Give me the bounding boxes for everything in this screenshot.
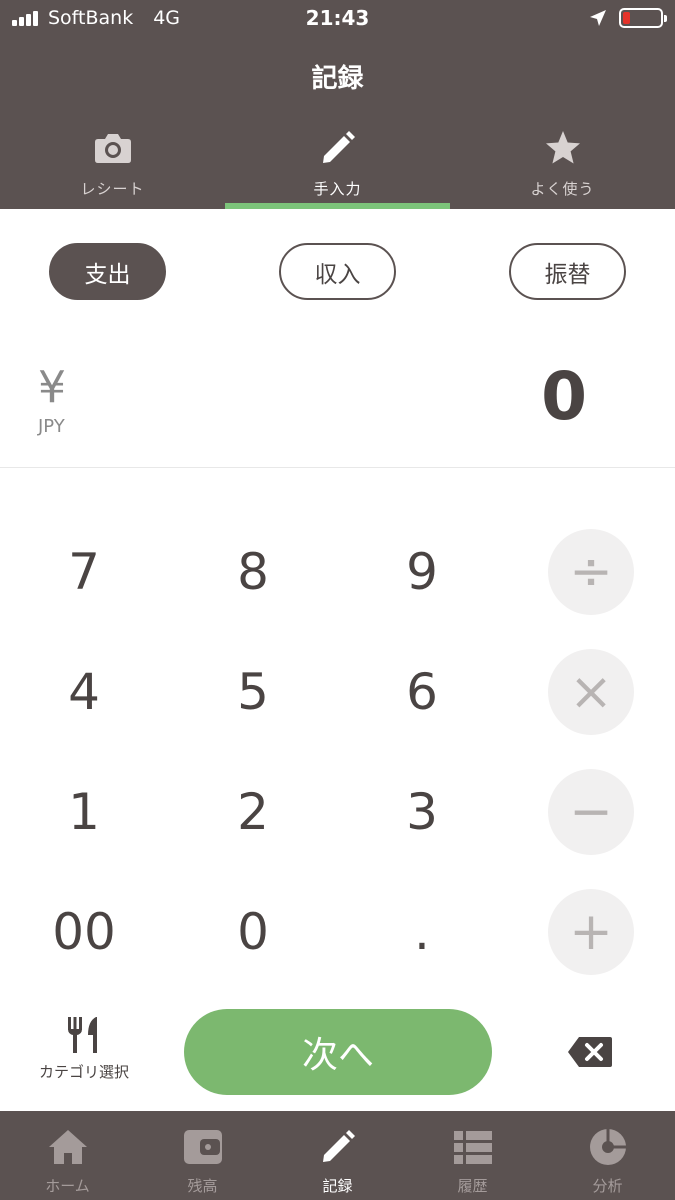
battery-icon [619, 8, 667, 28]
status-time: 21:43 [305, 6, 370, 30]
tab-manual-input-label: 手入力 [313, 180, 362, 198]
fork-knife-icon [68, 1017, 97, 1053]
backspace-icon [568, 1037, 612, 1067]
list-icon [453, 1131, 492, 1164]
bottom-navigation: ホーム 残高 記録 履歴 分析 [0, 1111, 675, 1200]
pie-chart-icon [589, 1129, 626, 1165]
subtract-button[interactable]: − [548, 769, 634, 855]
add-button[interactable]: + [548, 889, 634, 975]
camera-icon [94, 134, 131, 163]
key-4[interactable]: 4 [24, 642, 144, 742]
keypad: 7 8 9 ÷ 4 5 6 × 1 2 3 − 00 0 . + [0, 510, 675, 1000]
currency-symbol[interactable]: ¥ [38, 362, 66, 413]
pencil-icon [322, 1130, 355, 1162]
tab-manual-input[interactable]: 手入力 [225, 120, 450, 209]
key-0[interactable]: 0 [193, 882, 313, 982]
battery-level [623, 12, 630, 24]
app-header: SoftBank 4G 21:43 記録 レシート 手入力 よく使う [0, 0, 675, 209]
next-button[interactable]: 次へ [184, 1009, 492, 1095]
mode-tabs: レシート 手入力 よく使う [0, 120, 675, 209]
nav-history-label: 履歴 [457, 1177, 488, 1195]
key-decimal[interactable]: . [362, 882, 482, 982]
status-right [589, 8, 667, 28]
nav-record[interactable]: 記録 [270, 1111, 405, 1200]
nav-home[interactable]: ホーム [0, 1111, 135, 1200]
amount-value: 0 [541, 358, 587, 435]
multiply-button[interactable]: × [548, 649, 634, 735]
star-icon [545, 131, 580, 164]
nav-balance-label: 残高 [187, 1177, 218, 1195]
key-2[interactable]: 2 [193, 762, 313, 862]
category-select-label: カテゴリ選択 [38, 1063, 129, 1081]
transaction-type-selector: 支出 収入 振替 [0, 243, 675, 301]
nav-analysis-label: 分析 [592, 1177, 623, 1195]
currency-code[interactable]: JPY [38, 416, 65, 437]
category-select-button[interactable]: カテゴリ選択 [24, 1015, 144, 1095]
nav-home-label: ホーム [45, 1177, 90, 1195]
income-button[interactable]: 収入 [279, 243, 396, 300]
page-title: 記録 [311, 64, 364, 94]
key-8[interactable]: 8 [193, 522, 313, 622]
tab-receipt-label: レシート [80, 180, 145, 198]
nav-history[interactable]: 履歴 [405, 1111, 540, 1200]
status-bar: SoftBank 4G 21:43 [0, 0, 675, 38]
amount-display: ¥ JPY 0 [0, 340, 675, 468]
key-5[interactable]: 5 [193, 642, 313, 742]
key-7[interactable]: 7 [24, 522, 144, 622]
expense-button[interactable]: 支出 [49, 243, 166, 300]
key-1[interactable]: 1 [24, 762, 144, 862]
nav-analysis[interactable]: 分析 [540, 1111, 675, 1200]
nav-balance[interactable]: 残高 [135, 1111, 270, 1200]
tab-favorites[interactable]: よく使う [450, 120, 675, 209]
wallet-icon [183, 1130, 222, 1164]
key-6[interactable]: 6 [362, 642, 482, 742]
location-arrow-icon [590, 10, 606, 26]
pencil-icon [322, 131, 355, 163]
key-00[interactable]: 00 [24, 882, 144, 982]
tab-favorites-label: よく使う [530, 180, 595, 198]
key-9[interactable]: 9 [362, 522, 482, 622]
home-icon [48, 1130, 87, 1164]
transfer-button[interactable]: 振替 [509, 243, 626, 300]
nav-record-label: 記録 [322, 1177, 353, 1195]
tab-receipt[interactable]: レシート [0, 120, 225, 209]
divide-button[interactable]: ÷ [548, 529, 634, 615]
key-3[interactable]: 3 [362, 762, 482, 862]
backspace-button[interactable] [560, 1030, 620, 1074]
